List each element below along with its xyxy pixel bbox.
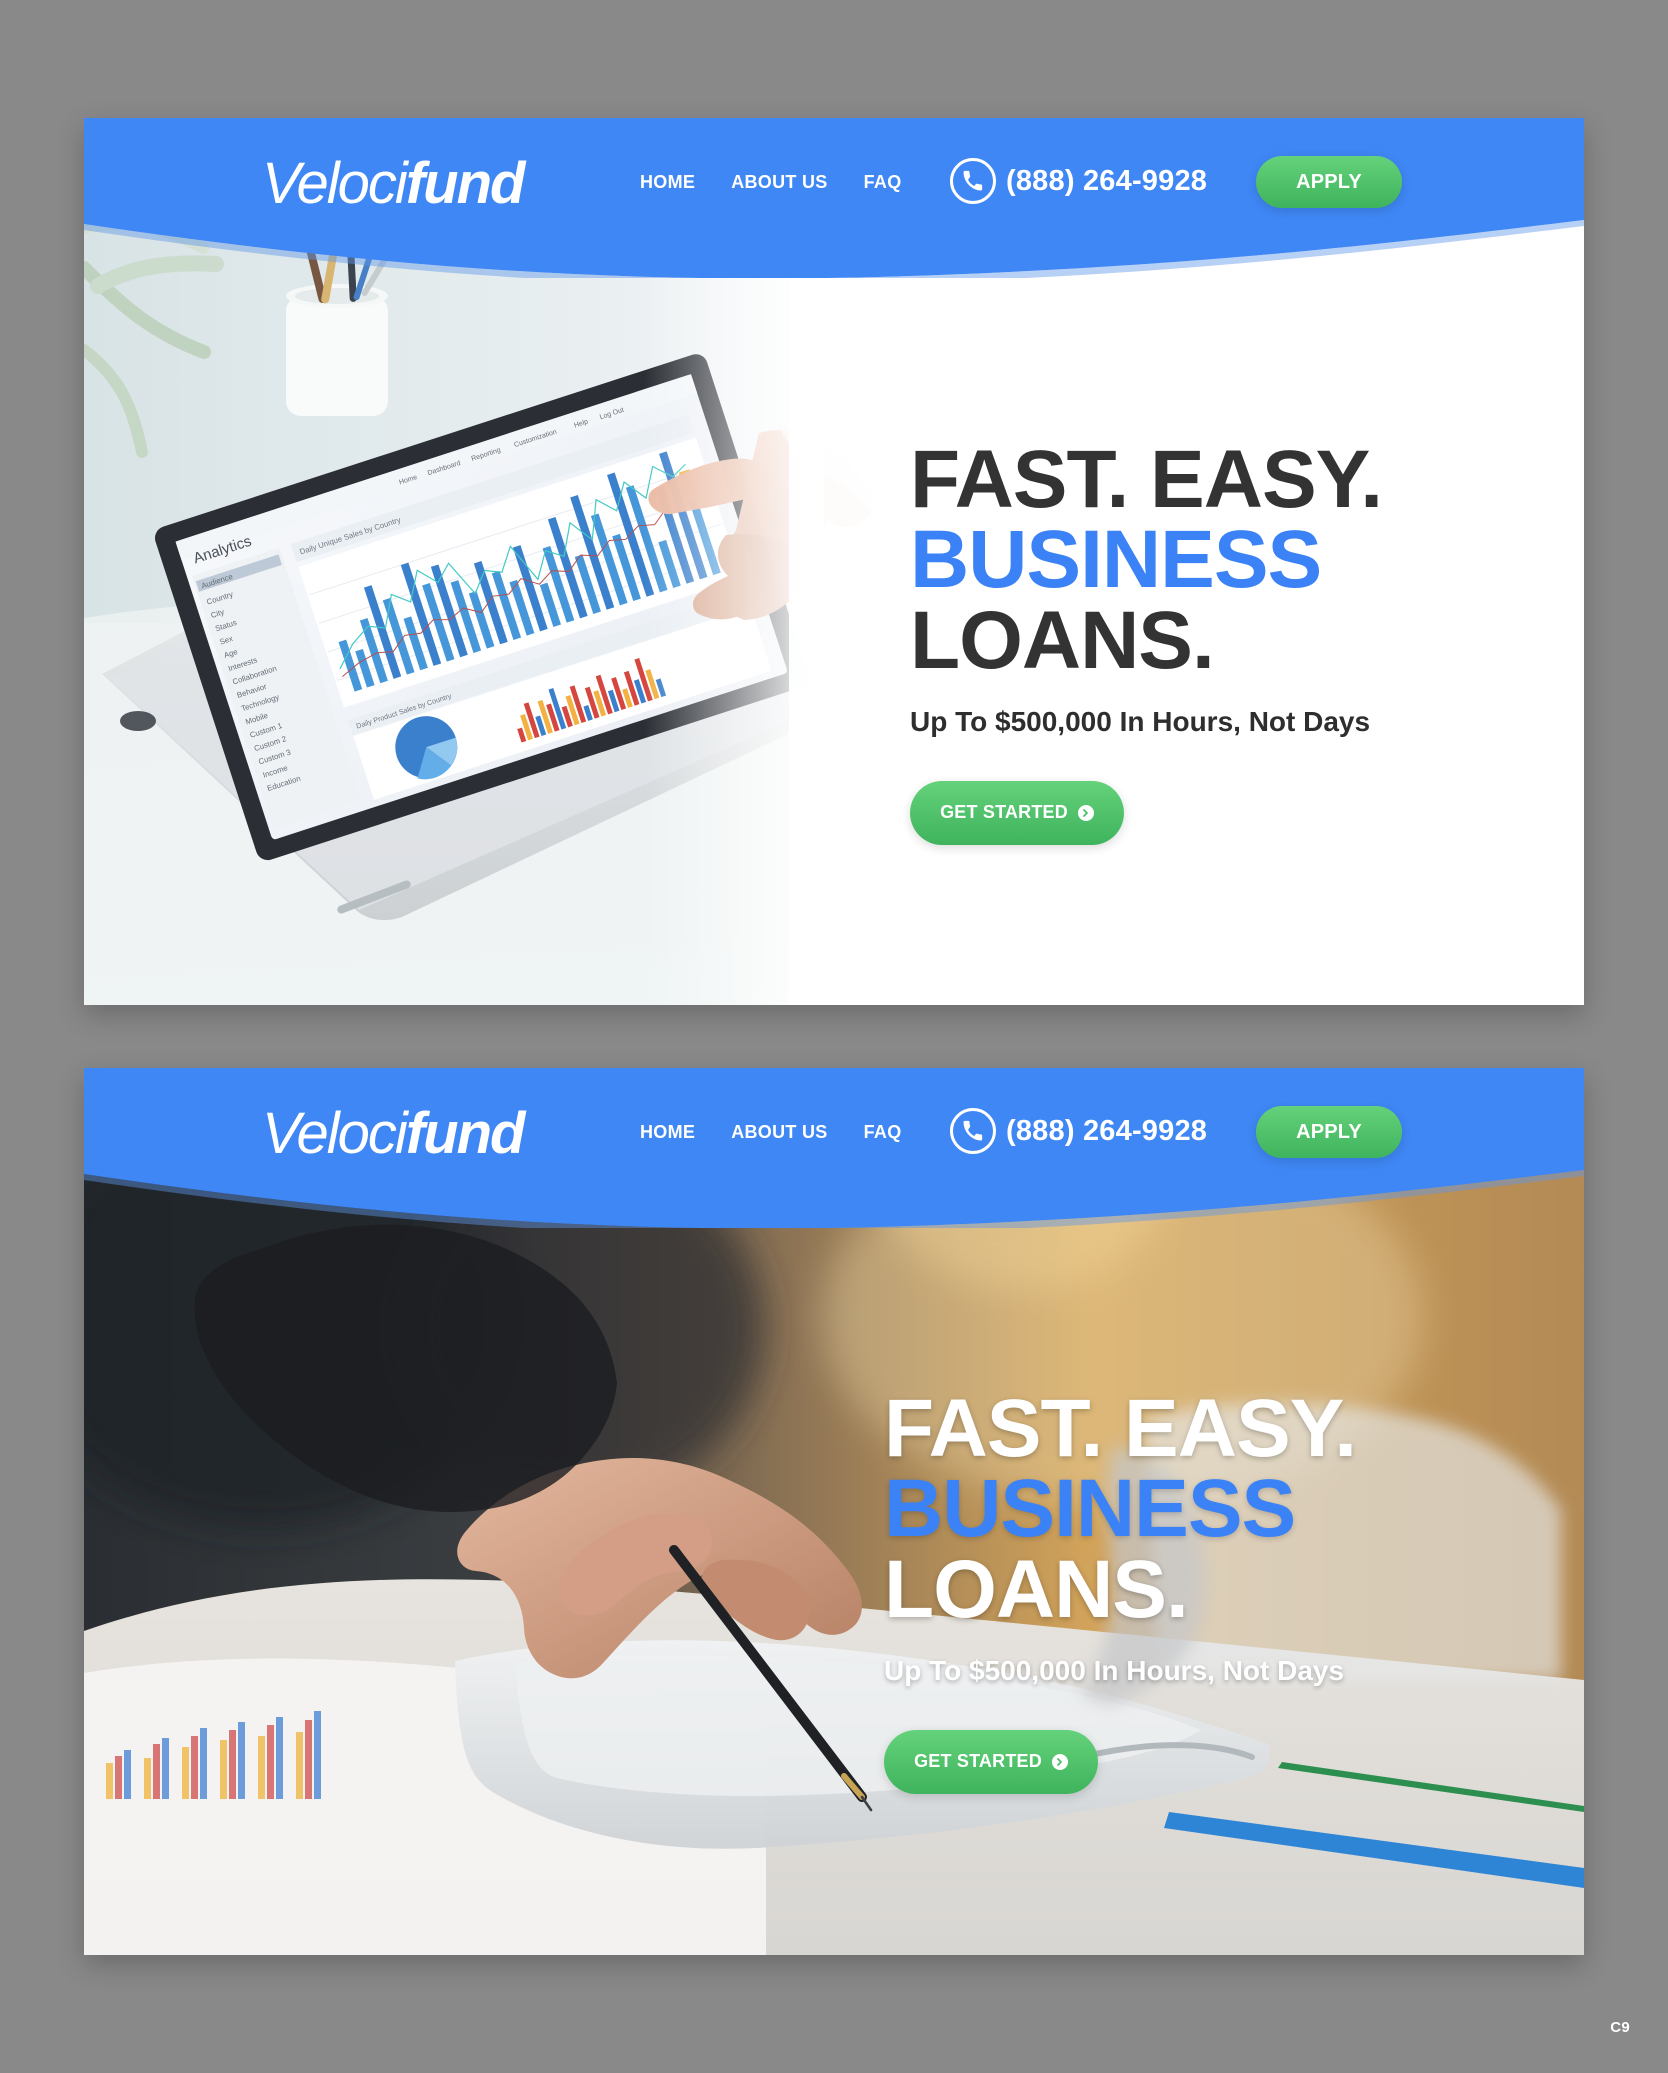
nav-faq-link-bottom[interactable]: FAQ [864,1123,902,1141]
phone-icon [950,1108,996,1154]
phone-link-bottom[interactable]: (888) 264-9928 [950,1108,1207,1154]
get-started-button[interactable]: GET STARTED [910,780,1124,845]
hero-line-fast-easy-bottom: FAST. EASY. [884,1383,1357,1474]
nav-about-link[interactable]: ABOUT US [731,173,827,191]
brand-logo-light: Veloci [262,151,408,216]
brand-logo-light-bottom: Veloci [262,1101,408,1166]
phone-link[interactable]: (888) 264-9928 [950,158,1207,204]
brand-logo[interactable]: Velocifund [262,155,525,213]
hero-subheading: Up To $500,000 In Hours, Not Days [910,706,1371,738]
get-started-label: GET STARTED [940,802,1068,823]
arrow-circle-right-icon [1051,1753,1068,1770]
phone-icon [950,158,996,204]
corner-label: C9 [1610,2019,1630,2036]
brand-logo-bold: fund [405,151,526,216]
site-header-bottom: Velocifund HOME ABOUT US FAQ (888) 264-9… [84,1068,1584,1228]
hero-line-loans-bottom: LOANS. [884,1543,1189,1635]
get-started-button-bottom[interactable]: GET STARTED [884,1729,1098,1794]
brand-logo-bold-bottom: fund [405,1101,526,1166]
phone-number-bottom: (888) 264-9928 [1006,1114,1208,1147]
get-started-label-bottom: GET STARTED [914,1751,1042,1772]
site-header: Velocifund HOME ABOUT US FAQ (888) 264-9… [84,118,1584,278]
arrow-circle-right-icon [1077,804,1094,821]
apply-button-bottom[interactable]: APPLY [1256,1106,1402,1158]
hero-line-fast-easy: FAST. EASY. [910,434,1383,525]
nav-faq-link[interactable]: FAQ [864,173,902,191]
main-navigation: HOME ABOUT US FAQ [640,173,902,191]
nav-about-link-bottom[interactable]: ABOUT US [731,1123,827,1141]
hero-copy: FAST. EASY. BUSINESS LOANS. Up To $500,0… [910,434,1383,845]
hero-line-business: BUSINESS [910,514,1322,606]
presentation-canvas: Analytics Audience Country City Status S… [0,0,1668,2073]
hero-line-business-bottom: BUSINESS [884,1463,1296,1555]
hero-copy-bottom: FAST. EASY. BUSINESS LOANS. Up To $500,0… [884,1383,1357,1794]
phone-number: (888) 264-9928 [1006,164,1208,197]
nav-home-link[interactable]: HOME [640,173,695,191]
brand-logo-bottom[interactable]: Velocifund [262,1105,525,1163]
hero-subheading-bottom: Up To $500,000 In Hours, Not Days [884,1655,1345,1687]
nav-home-link-bottom[interactable]: HOME [640,1123,695,1141]
main-navigation-bottom: HOME ABOUT US FAQ [640,1123,902,1141]
apply-button[interactable]: APPLY [1256,156,1402,208]
website-mockup-bottom: Velocifund HOME ABOUT US FAQ (888) 264-9… [84,1068,1584,1955]
hero-line-loans: LOANS. [910,594,1215,686]
website-mockup-top: Analytics Audience Country City Status S… [84,118,1584,1005]
